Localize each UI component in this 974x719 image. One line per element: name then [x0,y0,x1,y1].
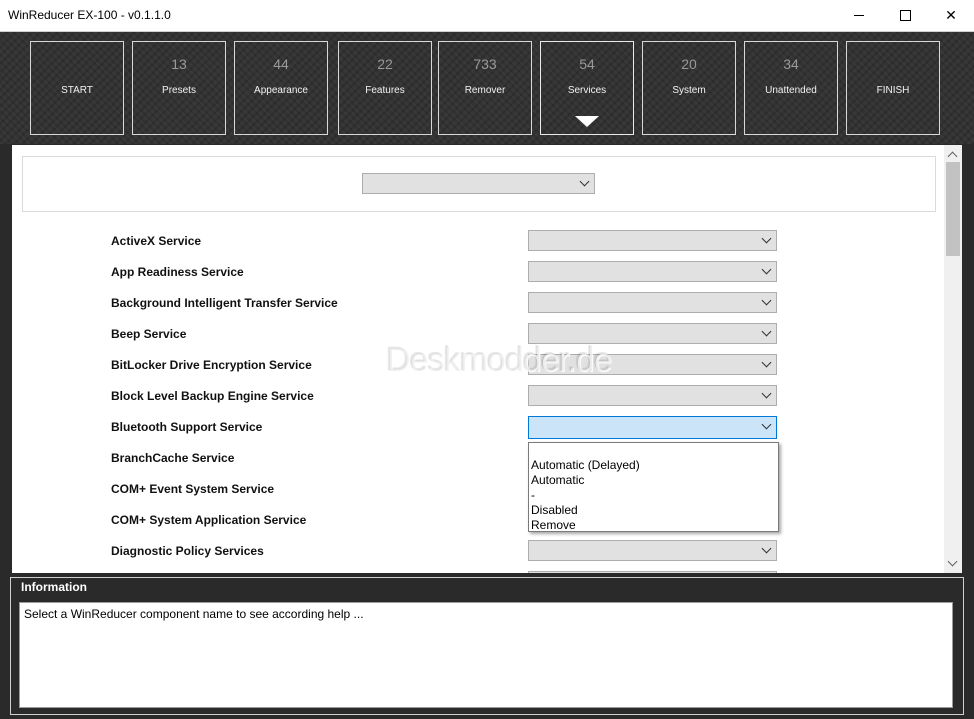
step-navigation: START 13 Presets 44 Appearance 22 Featur… [0,32,974,144]
scrollbar-thumb[interactable] [946,162,960,256]
chevron-down-icon [761,388,772,399]
information-title: Information [19,580,89,594]
window-title: WinReducer EX-100 - v0.1.1.0 [8,8,171,22]
step-start[interactable]: START [30,41,124,135]
step-label: Services [567,85,607,96]
chevron-down-icon [761,295,772,306]
dropdown-option[interactable]: - [529,488,778,503]
chevron-down-icon [761,419,772,430]
step-presets[interactable]: 13 Presets [132,41,226,135]
dropdown-options-list: Automatic (Delayed) Automatic - Disabled… [528,442,779,532]
chevron-down-icon [761,264,772,275]
service-select[interactable] [528,230,777,251]
step-count: 54 [579,56,595,72]
step-finish[interactable]: FINISH [846,41,940,135]
information-text: Select a WinReducer component name to se… [24,607,364,621]
vertical-scrollbar[interactable] [944,145,962,573]
step-count: 34 [783,56,799,72]
chevron-down-icon [579,176,590,187]
service-label: Beep Service [111,327,187,341]
service-label: Block Level Backup Engine Service [111,389,314,403]
service-label: Diagnostic Policy Services [111,544,264,558]
service-label: Background Intelligent Transfer Service [111,296,338,310]
step-count: 13 [171,56,187,72]
step-system[interactable]: 20 System [642,41,736,135]
minimize-icon [854,15,864,16]
step-features[interactable]: 22 Features [338,41,432,135]
step-label: Appearance [254,85,308,96]
chevron-down-icon [761,233,772,244]
step-label: Features [365,85,405,96]
service-select[interactable] [528,261,777,282]
service-label: BitLocker Drive Encryption Service [111,358,312,372]
service-select-open[interactable] [528,416,777,439]
title-bar: WinReducer EX-100 - v0.1.1.0 ✕ [0,0,974,32]
step-label: Unattended [765,85,817,96]
service-label: BranchCache Service [111,451,235,465]
step-label: Remover [464,85,506,96]
service-label: App Readiness Service [111,265,244,279]
service-label: COM+ Event System Service [111,482,275,496]
services-panel: ActiveX Service App Readiness Service Ba… [12,145,962,573]
information-textbox[interactable]: Select a WinReducer component name to se… [19,602,953,708]
minimize-button[interactable] [836,0,882,31]
dropdown-option[interactable]: Disabled [529,503,778,518]
step-appearance[interactable]: 44 Appearance [234,41,328,135]
chevron-down-icon [761,326,772,337]
step-label: Presets [162,85,196,96]
service-label: COM+ System Application Service [111,513,307,527]
step-unattended[interactable]: 34 Unattended [744,41,838,135]
step-count: 44 [273,56,289,72]
maximize-button[interactable] [882,0,928,31]
service-select[interactable] [528,540,777,561]
service-label: ActiveX Service [111,234,202,248]
watermark: Deskmodder.de [386,341,612,379]
chevron-down-icon [761,357,772,368]
preset-select[interactable] [362,173,595,194]
step-count: 20 [681,56,697,72]
information-panel: Information Select a WinReducer componen… [10,577,964,715]
dropdown-option[interactable]: Automatic (Delayed) [529,458,778,473]
step-count: 733 [473,56,497,72]
scroll-up-icon[interactable] [947,151,958,162]
step-label: FINISH [876,85,910,96]
maximize-icon [899,10,911,21]
scroll-down-icon[interactable] [947,556,958,567]
step-count: 22 [377,56,393,72]
dropdown-option[interactable] [529,443,778,458]
step-label: START [61,85,93,96]
service-select[interactable] [528,292,777,313]
dropdown-option[interactable]: Remove [529,518,778,533]
service-label: Bluetooth Support Service [111,420,263,434]
service-select[interactable] [528,571,777,573]
close-button[interactable]: ✕ [928,0,974,31]
service-select[interactable] [528,385,777,406]
chevron-down-icon [761,543,772,554]
close-icon: ✕ [945,7,957,23]
preset-box [22,156,936,212]
step-remover[interactable]: 733 Remover [438,41,532,135]
active-step-indicator-icon [575,116,599,127]
dropdown-option[interactable]: Automatic [529,473,778,488]
step-label: System [672,85,706,96]
